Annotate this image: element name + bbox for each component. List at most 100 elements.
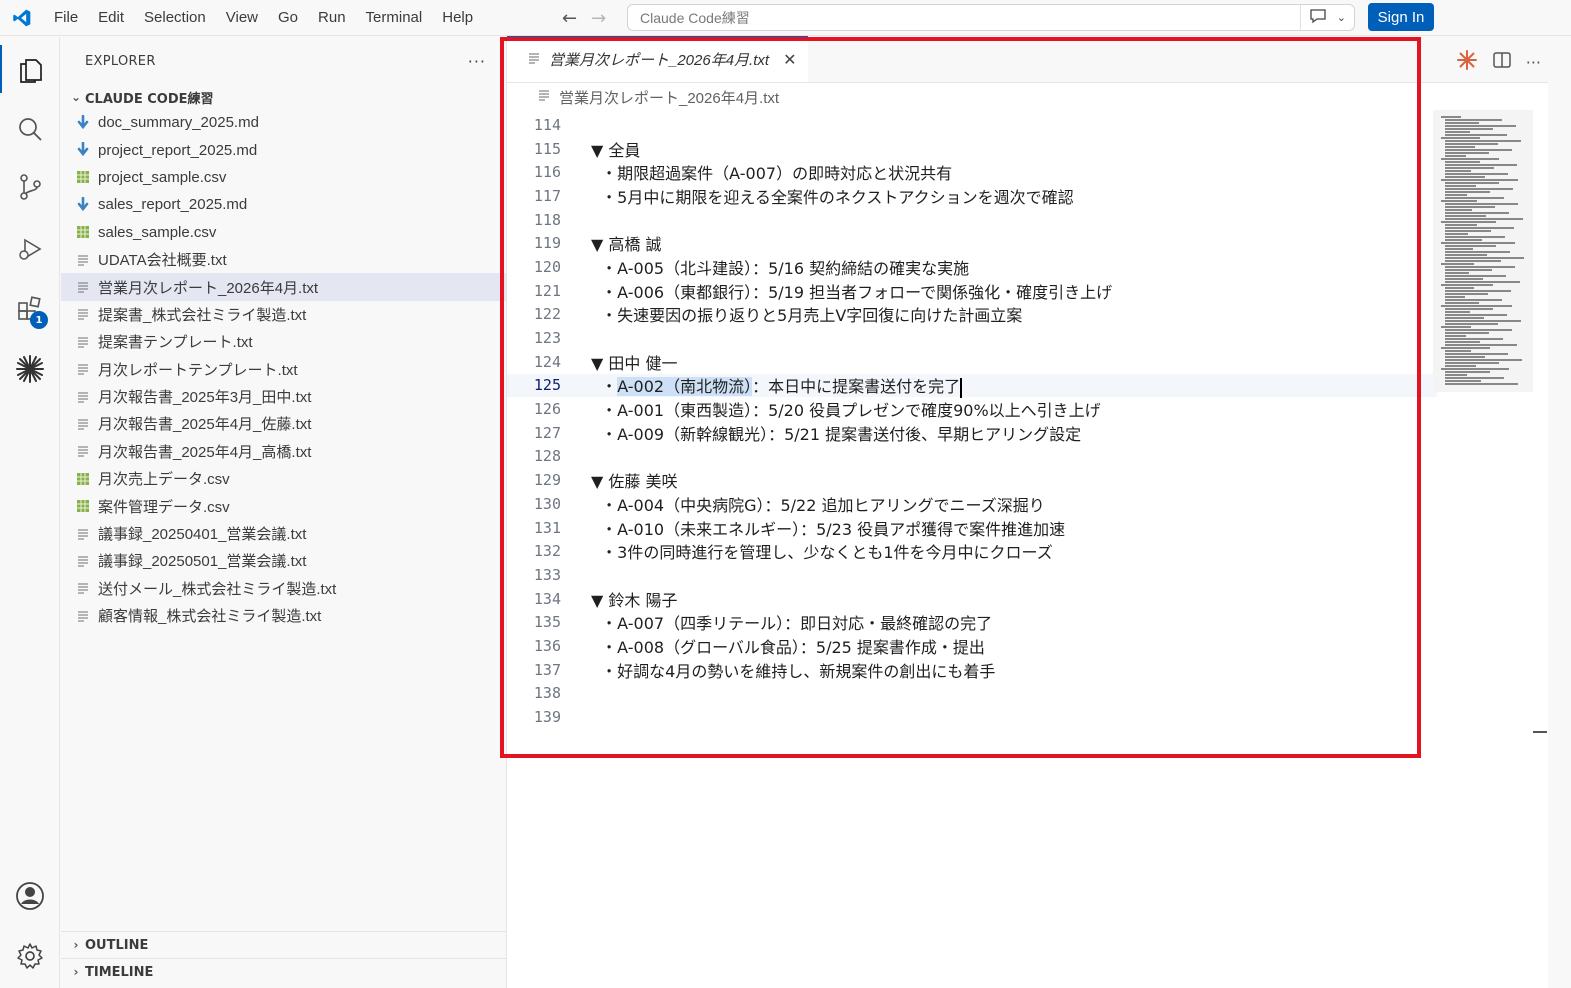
- minimap-line: [1445, 236, 1505, 238]
- line-number: 114: [533, 115, 561, 134]
- code-line[interactable]: 135 ・A-007（四季リテール）：即日対応・最終確認の完了: [507, 610, 1437, 634]
- file-item[interactable]: 月次報告書_2025年4月_高橋.txt: [61, 438, 506, 465]
- menu-file[interactable]: File: [44, 0, 88, 36]
- file-item[interactable]: 送付メール_株式会社ミライ製造.txt: [61, 575, 506, 602]
- line-text: ・A-002（南北物流）：本日中に提案書送付を完了: [591, 377, 963, 398]
- source-control-icon[interactable]: [0, 163, 60, 211]
- code-line[interactable]: 130 ・A-004（中央病院G）：5/22 追加ヒアリングでニーズ深掘り: [507, 492, 1437, 516]
- file-item[interactable]: 顧客情報_株式会社ミライ製造.txt: [61, 602, 506, 629]
- file-item[interactable]: project_report_2025.md: [61, 136, 506, 163]
- code-line[interactable]: 125 ・A-002（南北物流）：本日中に提案書送付を完了: [507, 373, 1437, 398]
- code-line[interactable]: 119 ▼ 高橋 誠: [507, 231, 1437, 255]
- file-item[interactable]: project_sample.csv: [61, 164, 506, 191]
- claude-run-icon[interactable]: [1456, 49, 1478, 75]
- chevron-down-icon[interactable]: ⌄: [1337, 11, 1346, 24]
- code-line[interactable]: 120 ・A-005（北斗建設）：5/16 契約締結の確実な実施: [507, 255, 1437, 279]
- menu-view[interactable]: View: [216, 0, 268, 36]
- run-debug-icon[interactable]: [0, 225, 60, 273]
- chat-icon[interactable]: [1309, 8, 1327, 28]
- outline-section[interactable]: › OUTLINE: [61, 931, 506, 958]
- split-editor-icon[interactable]: [1492, 50, 1512, 74]
- file-item[interactable]: sales_report_2025.md: [61, 191, 506, 218]
- code-line[interactable]: 117 ・5月中に期限を迎える全案件のネクストアクションを週次で確認: [507, 184, 1437, 208]
- minimap-line: [1445, 260, 1501, 262]
- file-item[interactable]: 議事録_20250501_営業会議.txt: [61, 547, 506, 574]
- code-line[interactable]: 114: [507, 113, 1437, 137]
- minimap-line: [1445, 218, 1523, 220]
- file-item[interactable]: 月次報告書_2025年4月_佐藤.txt: [61, 410, 506, 437]
- menu-run[interactable]: Run: [308, 0, 356, 36]
- code-line[interactable]: 121 ・A-006（東都銀行）：5/19 担当者フォローで関係強化・確度引き上…: [507, 279, 1437, 303]
- code-line[interactable]: 116 ・期限超過案件（A-007）の即時対応と状況共有: [507, 160, 1437, 184]
- file-item[interactable]: UDATA会社概要.txt: [61, 246, 506, 273]
- forward-arrow-icon[interactable]: →: [591, 8, 606, 29]
- line-number: 129: [533, 471, 561, 490]
- explorer-icon[interactable]: [0, 45, 60, 93]
- code-line[interactable]: 118: [507, 208, 1437, 232]
- file-item[interactable]: 月次報告書_2025年3月_田中.txt: [61, 383, 506, 410]
- line-number: 138: [533, 684, 561, 703]
- command-center[interactable]: Claude Code練習 ⌄: [627, 4, 1355, 31]
- code-line[interactable]: 131 ・A-010（未来エネルギー）：5/23 役員アポ獲得で案件推進加速: [507, 516, 1437, 540]
- file-label: 案件管理データ.csv: [98, 498, 230, 516]
- code-line[interactable]: 123: [507, 326, 1437, 350]
- code-lines[interactable]: 114 115 ▼ 全員 116 ・期限超過案件（A-007）の即時対応と状況共有 11…: [507, 113, 1437, 729]
- menu-terminal[interactable]: Terminal: [356, 0, 433, 36]
- timeline-section[interactable]: › TIMELINE: [61, 958, 506, 985]
- menu-edit[interactable]: Edit: [88, 0, 134, 36]
- minimap-line: [1445, 140, 1521, 142]
- code-line[interactable]: 127 ・A-009（新幹線観光）：5/21 提案書送付後、早期ヒアリング設定: [507, 421, 1437, 445]
- back-arrow-icon[interactable]: ←: [562, 8, 577, 29]
- code-line[interactable]: 138: [507, 682, 1437, 706]
- activity-bar: 1: [0, 37, 60, 988]
- file-item[interactable]: 月次売上データ.csv: [61, 465, 506, 492]
- menu-selection[interactable]: Selection: [134, 0, 216, 36]
- extensions-icon[interactable]: 1: [0, 285, 60, 333]
- minimap-line: [1445, 323, 1498, 325]
- scrollbar-marker[interactable]: [1533, 731, 1547, 733]
- minimap-line: [1445, 308, 1493, 310]
- workspace-folder[interactable]: ⌄ CLAUDE CODE練習: [61, 85, 506, 109]
- close-icon[interactable]: ✕: [783, 50, 796, 69]
- minimap-line: [1445, 119, 1502, 121]
- menu-go[interactable]: Go: [268, 0, 308, 36]
- file-item[interactable]: 提案書テンプレート.txt: [61, 328, 506, 355]
- file-item[interactable]: 提案書_株式会社ミライ製造.txt: [61, 301, 506, 328]
- file-item[interactable]: 月次レポートテンプレート.txt: [61, 356, 506, 383]
- file-item[interactable]: 議事録_20250401_営業会議.txt: [61, 520, 506, 547]
- code-line[interactable]: 132 ・3件の同時進行を管理し、少なくとも1件を今月中にクローズ: [507, 539, 1437, 563]
- code-line[interactable]: 139: [507, 705, 1437, 729]
- code-line[interactable]: 136 ・A-008（グローバル食品）：5/25 提案書作成・提出: [507, 634, 1437, 658]
- code-line[interactable]: 124 ▼ 田中 健一: [507, 350, 1437, 374]
- code-line[interactable]: 133: [507, 563, 1437, 587]
- sign-in-button[interactable]: Sign In: [1368, 3, 1434, 31]
- more-actions-icon[interactable]: ···: [1526, 53, 1541, 72]
- minimap-line: [1445, 254, 1487, 256]
- menu-help[interactable]: Help: [432, 0, 483, 36]
- explorer-title: EXPLORER: [85, 53, 156, 69]
- more-actions-icon[interactable]: ···: [468, 52, 486, 71]
- code-line[interactable]: 137 ・好調な4月の勢いを維持し、新規案件の創出にも着手: [507, 658, 1437, 682]
- code-line[interactable]: 134 ▼ 鈴木 陽子: [507, 587, 1437, 611]
- file-label: 月次報告書_2025年3月_田中.txt: [98, 389, 312, 407]
- line-text: ・3件の同時進行を管理し、少なくとも1件を今月中にクローズ: [591, 543, 1053, 563]
- claude-icon[interactable]: [0, 345, 60, 393]
- account-icon[interactable]: [0, 872, 60, 920]
- code-line[interactable]: 122 ・失速要因の振り返りと5月売上V字回復に向けた計画立案: [507, 303, 1437, 327]
- file-item[interactable]: doc_summary_2025.md: [61, 109, 506, 136]
- code-line[interactable]: 115 ▼ 全員: [507, 137, 1437, 161]
- code-line[interactable]: 126 ・A-001（東西製造）：5/20 役員プレゼンで確度90%以上へ引き上…: [507, 397, 1437, 421]
- breadcrumb[interactable]: 営業月次レポート_2026年4月.txt: [507, 83, 1571, 111]
- search-icon[interactable]: [0, 105, 60, 153]
- tab-active-file[interactable]: 営業月次レポート_2026年4月.txt ✕: [507, 36, 809, 82]
- minimap[interactable]: [1433, 110, 1533, 392]
- file-item[interactable]: 営業月次レポート_2026年4月.txt: [61, 273, 506, 301]
- file-item[interactable]: 案件管理データ.csv: [61, 492, 506, 519]
- markdown-icon: [76, 196, 98, 213]
- code-line[interactable]: 128: [507, 445, 1437, 469]
- code-line[interactable]: 129 ▼ 佐藤 美咲: [507, 468, 1437, 492]
- file-item[interactable]: sales_sample.csv: [61, 219, 506, 246]
- minimap-line: [1445, 155, 1466, 157]
- settings-gear-icon[interactable]: [0, 932, 60, 980]
- command-center-text: Claude Code練習: [640, 9, 750, 26]
